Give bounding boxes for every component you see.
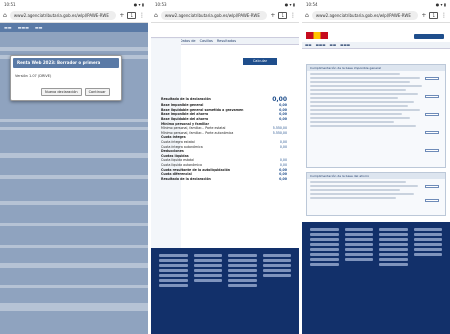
status-time: 10:54 — [306, 2, 318, 7]
toolbar-item[interactable]: Resultados — [217, 39, 236, 43]
menu-icon[interactable]: ⋮ — [139, 11, 145, 20]
row-label: Mínimo personal, familiar... Parte auton… — [161, 130, 234, 135]
browser-urlbar: ⌂ www2.agenciatributaria.gob.es/wlpl/PAW… — [302, 9, 450, 23]
amount-field[interactable] — [425, 95, 439, 98]
amount-field[interactable] — [425, 149, 439, 152]
url-field[interactable]: www2.agenciatributaria.gob.es/wlpl/PAWE-… — [311, 11, 419, 20]
amount-field[interactable] — [425, 77, 439, 80]
amount-field[interactable] — [425, 131, 439, 134]
site-footer — [302, 222, 450, 334]
url-field[interactable]: www2.agenciatributaria.gob.es/wlpl/PAWE-… — [9, 11, 117, 20]
tab-count-button[interactable]: 1 — [429, 12, 438, 19]
screenshot-3: 10:54 ● ▾ ▮ ⌂ www2.agenciatributaria.gob.… — [302, 0, 450, 334]
browser-urlbar: ⌂ www2.agenciatributaria.gob.es/wlpl/PAW… — [0, 9, 148, 23]
new-tab-icon[interactable]: + — [421, 11, 426, 20]
summary-table: Resultado de la declaración 0,00 Base imp… — [161, 95, 287, 181]
row-value: 0,00 — [279, 117, 287, 122]
form-panel: Cumplimentación de la base imponible gen… — [306, 64, 446, 168]
status-bar: 10:53 ● ▾ ▮ — [151, 0, 299, 9]
row-label: Mínimo personal, familiar... Parte estat… — [161, 126, 226, 131]
form-panel: Cumplimentación de la base del ahorro — [306, 172, 446, 216]
status-bar: 10:51 ● ▾ ▮ — [0, 0, 148, 9]
row-value: 0,00 — [279, 167, 287, 172]
row-value: 0,00 — [279, 107, 287, 112]
amount-field[interactable] — [425, 185, 439, 188]
dialog-title: Renta Web 2023: Borrador o primera — [13, 58, 119, 68]
status-time: 10:53 — [155, 2, 167, 7]
row-label: Cuota íntegra estatal — [161, 140, 195, 145]
new-tab-icon[interactable]: + — [119, 11, 124, 20]
row-value: 5.550,00 — [272, 130, 287, 135]
row-value: 0,00 — [279, 172, 287, 177]
panel-title: Cumplimentación de la base imponible gen… — [307, 65, 445, 71]
dialog-text: Versión 1.07 (DRIVE) — [15, 74, 52, 78]
app-bar: ▬▬ ▬▬▬ ▬▬ — [0, 23, 148, 32]
toolbar-item[interactable]: Datos de — [180, 39, 196, 43]
row-label: Base liquidable del ahorro — [161, 117, 209, 122]
row-label: Cuota íntegra — [161, 135, 186, 140]
row-value: 0,00 — [279, 140, 287, 145]
row-label: Cuotas líquidas — [161, 153, 189, 158]
calculate-button[interactable]: Calcular — [243, 58, 277, 65]
menu-icon[interactable]: ⋮ — [441, 11, 447, 20]
row-value: 0,00 — [279, 163, 287, 168]
row-label: Cuota íntegra autonómica — [161, 144, 203, 149]
status-icons: ● ▾ ▮ — [284, 2, 295, 7]
row-label: Cuota líquida autonómica — [161, 163, 202, 168]
new-tab-icon[interactable]: + — [270, 11, 275, 20]
browser-urlbar: ⌂ www2.agenciatributaria.gob.es/wlpl/PAW… — [151, 9, 299, 23]
site-logo — [306, 32, 328, 39]
result-label: Resultado de la declaración — [161, 97, 211, 101]
toolbar: ▬▬ ▬▬▬ ▬▬ ▬▬▬ — [302, 42, 450, 49]
row-label: Cuota resultante de la autoliquidación — [161, 167, 231, 172]
amount-field[interactable] — [425, 113, 439, 116]
row-value: 0,00 — [279, 158, 287, 163]
dialog: Renta Web 2023: Borrador o primera Versi… — [10, 55, 122, 101]
table-row: Resultado de la declaración 0,00 — [161, 177, 287, 182]
url-field[interactable]: www2.agenciatributaria.gob.es/wlpl/PAWE-… — [160, 11, 268, 20]
home-icon[interactable]: ⌂ — [154, 11, 158, 20]
row-value: 0,00 — [279, 176, 287, 181]
home-icon[interactable]: ⌂ — [305, 11, 309, 20]
row-label: Deducciones — [161, 149, 184, 154]
status-icons: ● ▾ ▮ — [133, 2, 144, 7]
home-icon[interactable]: ⌂ — [3, 11, 7, 20]
row-label: Resultado de la declaración — [161, 176, 211, 181]
status-time: 10:51 — [4, 2, 16, 7]
header-button[interactable] — [414, 34, 444, 39]
menu-icon[interactable]: ⋮ — [290, 11, 296, 20]
row-value: 0,00 — [279, 103, 287, 108]
toolbar-item[interactable]: Casillas — [200, 39, 213, 43]
row-label: Base imponible general — [161, 103, 204, 108]
site-footer — [151, 248, 299, 334]
row-value: 5.550,00 — [272, 126, 287, 131]
amount-field[interactable] — [425, 199, 439, 202]
status-icons: ● ▾ ▮ — [435, 2, 446, 7]
row-label: Cuota diferencial — [161, 172, 192, 177]
continue-button[interactable]: Continuar — [84, 88, 110, 96]
tab-count-button[interactable]: 1 — [278, 12, 287, 19]
row-value: 0,00 — [279, 112, 287, 117]
row-label: Mínimo personal y familiar — [161, 121, 210, 126]
panel-title: Cumplimentación de la base del ahorro — [307, 173, 445, 179]
tab-count-button[interactable]: 1 — [127, 12, 136, 19]
new-declaration-button[interactable]: Nueva declaración — [41, 88, 82, 96]
row-value: 0,00 — [279, 144, 287, 149]
row-label: Cuota líquida estatal — [161, 158, 195, 163]
screenshot-1: 10:51 ● ▾ ▮ ⌂ www2.agenciatributaria.gob.… — [0, 0, 148, 334]
row-label: Base imponible del ahorro — [161, 112, 209, 117]
screenshot-2: 10:53 ● ▾ ▮ ⌂ www2.agenciatributaria.gob.… — [151, 0, 299, 334]
row-label: Base liquidable general sometida a grava… — [161, 107, 244, 112]
result-value: 0,00 — [272, 95, 287, 103]
status-bar: 10:54 ● ▾ ▮ — [302, 0, 450, 9]
